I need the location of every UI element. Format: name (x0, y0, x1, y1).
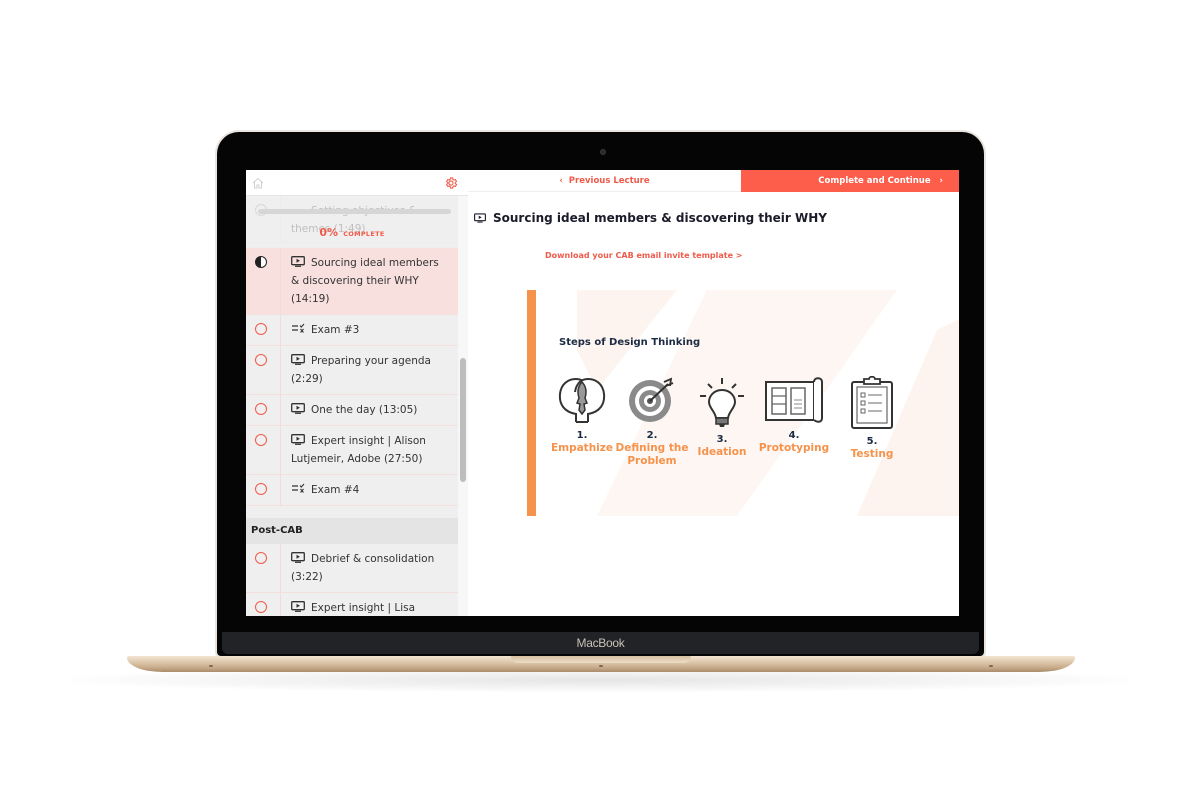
lecture-title: Sourcing ideal members & discovering the… (493, 211, 827, 225)
lecture-list: Sourcing ideal members & discovering the… (246, 248, 458, 616)
section-header: Post-CAB (246, 518, 458, 544)
video-icon (291, 403, 305, 414)
lecture-list-item[interactable]: Expert insight | Lisa Painter, Zendesk (… (246, 593, 458, 616)
video-icon (291, 601, 305, 612)
lecture-label: Sourcing ideal members & discovering the… (291, 257, 439, 305)
lecture-label: Expert insight | Alison Lutjemeir, Adobe… (291, 435, 426, 465)
lecture-list-item[interactable]: Debrief & consolidation (3:22) (246, 544, 458, 593)
in-progress-icon (255, 256, 267, 268)
chevron-right-icon: › (939, 176, 943, 186)
progress-label: 0% COMPLETE (246, 221, 458, 240)
not-started-icon (255, 354, 267, 366)
status-cell (246, 544, 281, 592)
target-icon (629, 377, 674, 422)
status-cell (246, 248, 281, 314)
previous-lecture-button[interactable]: ‹ Previous Lecture (468, 170, 741, 192)
base-foot (599, 665, 603, 667)
camera-icon (600, 149, 606, 155)
not-started-icon (255, 483, 267, 495)
quiz-icon (292, 483, 305, 493)
laptop-base (127, 656, 1075, 672)
chevron-left-icon: ‹ (559, 176, 563, 186)
status-cell (246, 315, 281, 345)
lecture-list-item[interactable]: Preparing your agenda (2:29) (246, 346, 458, 395)
not-started-icon (255, 323, 267, 335)
screen-chin: MacBook (222, 632, 979, 654)
not-started-icon (255, 601, 267, 613)
video-icon (291, 256, 305, 267)
lecture-label: Exam #4 (311, 484, 360, 496)
lecture-list-item[interactable]: Exam #3 (246, 315, 458, 346)
base-foot (209, 665, 213, 667)
home-icon[interactable] (252, 177, 264, 189)
status-cell (246, 346, 281, 394)
video-icon (291, 434, 305, 445)
slide-title: Steps of Design Thinking (559, 337, 701, 348)
lecture-list-item[interactable]: Expert insight | Alison Lutjemeir, Adobe… (246, 426, 458, 475)
status-cell (246, 475, 281, 505)
not-started-icon (255, 434, 267, 446)
lecture-header: Sourcing ideal members & discovering the… (474, 211, 827, 225)
heads-icon (558, 377, 606, 423)
laptop-lid: Setting objectives & themes (1:49) 0% CO… (215, 130, 986, 658)
progress-word: COMPLETE (343, 230, 385, 238)
scrollbar-thumb[interactable] (460, 358, 466, 482)
video-icon (291, 354, 305, 365)
lecture-label: Preparing your agenda (2:29) (291, 355, 431, 385)
progress-percent: 0% (319, 226, 339, 239)
status-cell (246, 395, 281, 425)
brand-label: MacBook (576, 636, 625, 650)
lid-notch (511, 656, 691, 663)
sidebar-header (246, 170, 468, 196)
lightbulb-icon (700, 378, 744, 427)
lecture-list-item[interactable]: One the day (13:05) (246, 395, 458, 426)
quiz-icon (292, 323, 305, 333)
lecture-label: Exam #3 (311, 324, 360, 336)
lecture-list-item[interactable]: Exam #4 (246, 475, 458, 506)
progress-section: Setting objectives & themes (1:49) 0% CO… (246, 196, 458, 243)
lecture-content: ‹ Previous Lecture Complete and Continue… (468, 170, 959, 616)
complete-and-continue-label: Complete and Continue (818, 176, 931, 186)
lecture-label: Debrief & consolidation (3:22) (291, 553, 435, 583)
gear-icon[interactable] (444, 176, 458, 190)
course-sidebar: Setting objectives & themes (1:49) 0% CO… (246, 170, 468, 616)
not-started-icon (255, 403, 267, 415)
slide-image: Steps of Design Thinking 1. Empathize 2.… (527, 290, 959, 516)
base-foot (989, 665, 993, 667)
video-icon (291, 552, 305, 563)
clipboard-icon (851, 376, 893, 429)
screen: Setting objectives & themes (1:49) 0% CO… (246, 170, 959, 616)
not-started-icon (255, 552, 267, 564)
lecture-label: Expert insight | Lisa Painter, Zendesk (… (311, 602, 416, 614)
blueprint-icon (765, 377, 823, 423)
complete-and-continue-button[interactable]: Complete and Continue › (741, 170, 959, 192)
step-number: 5. (866, 436, 878, 447)
status-cell (246, 593, 281, 616)
slide-accent-bar (527, 290, 536, 516)
download-template-link[interactable]: Download your CAB email invite template … (545, 251, 743, 260)
status-cell (246, 426, 281, 474)
progress-bar (258, 209, 451, 214)
previous-lecture-label: Previous Lecture (568, 176, 650, 186)
lecture-label: One the day (13:05) (311, 404, 418, 416)
video-icon (474, 213, 486, 223)
step-name: Prototyping (758, 442, 830, 454)
step-testing: 5. Testing (827, 376, 917, 461)
step-name: Testing (850, 448, 894, 460)
lecture-list-item[interactable]: Sourcing ideal members & discovering the… (246, 248, 458, 315)
sidebar-scrollbar[interactable] (458, 196, 468, 616)
product-mockup: Setting objectives & themes (1:49) 0% CO… (0, 0, 1200, 800)
step-number: 4. (788, 430, 800, 441)
screen-bezel: Setting objectives & themes (1:49) 0% CO… (217, 132, 984, 656)
step-prototyping: 4. Prototyping (749, 376, 839, 455)
